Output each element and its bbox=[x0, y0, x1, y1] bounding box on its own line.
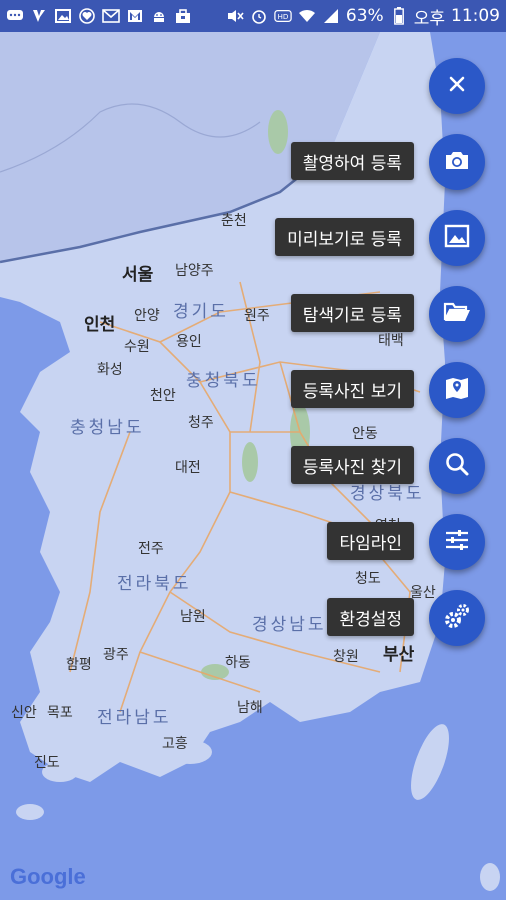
region-chungnam: 충청남도 bbox=[70, 418, 145, 438]
city-namhae: 남해 bbox=[237, 700, 263, 716]
settings-fab-button[interactable] bbox=[429, 590, 485, 646]
city-chuncheon: 춘천 bbox=[221, 213, 247, 229]
gmail-icon bbox=[126, 8, 144, 24]
city-busan: 부산 bbox=[383, 645, 415, 665]
city-jeonju: 전주 bbox=[138, 541, 164, 557]
explorer-fab-button[interactable] bbox=[429, 286, 485, 342]
region-gyeonggi: 경기도 bbox=[173, 302, 229, 322]
close-icon bbox=[447, 74, 467, 98]
city-wonju: 원주 bbox=[244, 308, 270, 324]
city-namyangju: 남양주 bbox=[175, 263, 214, 279]
timeline-fab-button[interactable] bbox=[429, 514, 485, 570]
city-yongin: 용인 bbox=[176, 334, 202, 350]
status-time: 11:09 bbox=[451, 6, 500, 26]
mail-icon bbox=[102, 8, 120, 24]
view-photos-fab-button[interactable] bbox=[429, 362, 485, 418]
menu-label-camera[interactable]: 촬영하여 등록 bbox=[290, 142, 414, 180]
city-cheongdo: 청도 bbox=[355, 571, 381, 587]
city-sinan: 신안 bbox=[11, 705, 37, 721]
city-goheung: 고흥 bbox=[162, 736, 188, 752]
camera-icon bbox=[443, 148, 471, 176]
status-right-icons: HD 63% 오후 11:09 bbox=[226, 4, 500, 29]
signal-icon bbox=[322, 8, 340, 24]
v-icon bbox=[30, 8, 48, 24]
hd-icon: HD bbox=[274, 8, 292, 24]
region-jeonbuk: 전라북도 bbox=[117, 574, 192, 594]
city-seoul: 서울 bbox=[122, 265, 154, 285]
preview-fab-button[interactable] bbox=[429, 210, 485, 266]
city-changwon: 창원 bbox=[333, 649, 359, 665]
close-fab-button[interactable] bbox=[429, 58, 485, 114]
city-hadong: 하동 bbox=[225, 655, 251, 671]
sliders-icon bbox=[444, 528, 470, 556]
heart-icon bbox=[78, 8, 96, 24]
city-mokpo: 목포 bbox=[47, 705, 73, 721]
image-icon bbox=[444, 224, 470, 252]
menu-label-preview[interactable]: 미리보기로 등록 bbox=[275, 218, 414, 256]
city-jindo: 진도 bbox=[34, 755, 60, 771]
status-ampm: 오후 bbox=[413, 8, 445, 29]
chat-icon bbox=[6, 8, 24, 24]
menu-label-view-photos[interactable]: 등록사진 보기 bbox=[290, 370, 414, 408]
city-gwangju: 광주 bbox=[103, 647, 129, 663]
battery-icon bbox=[390, 7, 408, 25]
city-ulsan: 울산 bbox=[410, 585, 436, 601]
menu-label-settings[interactable]: 환경설정 bbox=[327, 598, 414, 636]
svg-text:HD: HD bbox=[277, 12, 288, 21]
region-chungbuk: 충청북도 bbox=[186, 371, 261, 391]
city-hampyeong: 함평 bbox=[66, 657, 92, 673]
city-incheon: 인천 bbox=[84, 315, 116, 335]
city-cheonan: 천안 bbox=[150, 388, 176, 404]
region-gyeongnam: 경상남도 bbox=[252, 615, 327, 635]
search-icon bbox=[444, 451, 470, 481]
status-left-icons bbox=[6, 8, 192, 24]
menu-label-timeline[interactable]: 타임라인 bbox=[327, 522, 414, 560]
menu-label-explorer[interactable]: 탐색기로 등록 bbox=[290, 294, 414, 332]
city-namwon: 남원 bbox=[180, 609, 206, 625]
mute-icon bbox=[226, 8, 244, 24]
wifi-icon bbox=[298, 8, 316, 24]
city-taebaek: 태백 bbox=[378, 333, 404, 349]
city-anyang: 안양 bbox=[134, 308, 160, 324]
image-icon bbox=[54, 8, 72, 24]
battery-percent: 63% bbox=[345, 6, 384, 26]
city-daejeon: 대전 bbox=[175, 460, 201, 476]
settings-gears-icon bbox=[442, 602, 472, 634]
menu-label-find-photos[interactable]: 등록사진 찾기 bbox=[290, 446, 414, 484]
city-hwaseong: 화성 bbox=[97, 362, 123, 378]
folder-open-icon bbox=[443, 301, 471, 327]
status-bar: HD 63% 오후 11:09 bbox=[0, 0, 506, 32]
city-suwon: 수원 bbox=[124, 339, 150, 355]
camera-fab-button[interactable] bbox=[429, 134, 485, 190]
map-pin-icon bbox=[444, 375, 470, 405]
alarm-icon bbox=[250, 8, 268, 24]
region-jeonnam: 전라남도 bbox=[97, 708, 172, 728]
city-cheongju: 청주 bbox=[188, 415, 214, 431]
find-photos-fab-button[interactable] bbox=[429, 438, 485, 494]
city-andong: 안동 bbox=[352, 426, 378, 442]
android-icon bbox=[150, 8, 168, 24]
google-logo: Google bbox=[10, 864, 86, 889]
briefcase-icon bbox=[174, 8, 192, 24]
